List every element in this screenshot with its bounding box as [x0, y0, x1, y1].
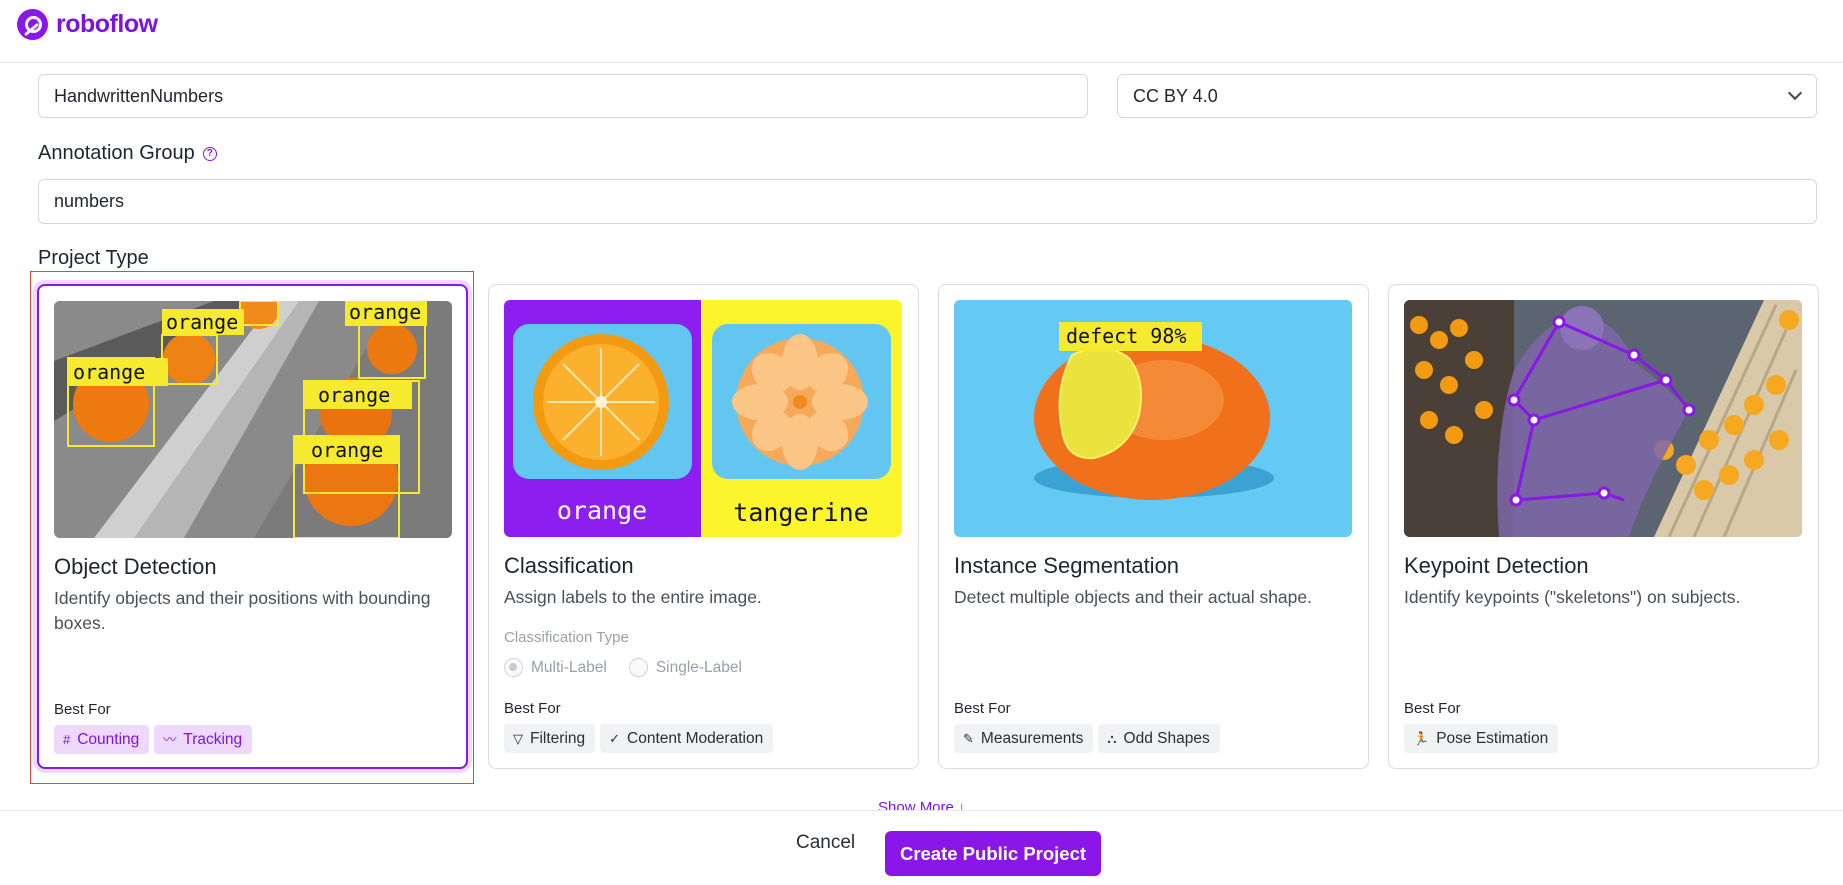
tag-label: Content Moderation: [627, 729, 764, 747]
object-detection-image: orange orange orange orange orange: [54, 301, 452, 538]
best-for-label: Best For: [504, 700, 561, 717]
hash-icon: #: [63, 732, 71, 747]
tag-label: Odd Shapes: [1123, 729, 1210, 747]
best-for-tags: ✎ Measurements ⛬ Odd Shapes: [954, 724, 1220, 753]
project-type-label-text: Project Type: [38, 247, 149, 269]
best-for-tags: 🏃 Pose Estimation: [1404, 724, 1559, 753]
tag-filtering: ▽ Filtering: [504, 724, 596, 753]
license-value: CC BY 4.0: [1133, 85, 1218, 106]
best-for-label: Best For: [54, 701, 111, 718]
classification-image: orange tangerine: [504, 300, 902, 537]
bbox-label: orange: [349, 301, 421, 324]
card-description: Assign labels to the entire image.: [504, 587, 762, 607]
best-for-tags: ▽ Filtering ✓ Content Moderation: [504, 724, 774, 753]
class-label: tangerine: [733, 498, 868, 527]
card-title: Object Detection: [54, 554, 217, 579]
keypoint-detection-image: [1404, 300, 1802, 537]
annotation-group-label: Annotation Group ?: [38, 142, 217, 165]
tag-label: Filtering: [530, 729, 586, 747]
classification-type-options: Multi-Label Single-Label: [504, 658, 742, 677]
top-bar: roboflow: [0, 0, 1843, 63]
create-public-project-button[interactable]: Create Public Project: [885, 831, 1101, 876]
radio-label: Single-Label: [655, 658, 742, 676]
instance-segmentation-image: defect 98%: [954, 300, 1352, 537]
cancel-button[interactable]: Cancel: [796, 832, 855, 854]
brand-name: roboflow: [56, 10, 158, 38]
card-title: Instance Segmentation: [954, 553, 1180, 578]
tracking-icon: 〰: [163, 732, 177, 747]
tag-measurements: ✎ Measurements: [954, 724, 1094, 753]
project-type-label: Project Type: [38, 247, 149, 270]
roboflow-logo[interactable]: roboflow: [17, 9, 158, 40]
radio-circle: [628, 658, 648, 677]
chevron-down-icon: [1787, 85, 1803, 101]
tag-label: Measurements: [980, 729, 1084, 747]
annotation-group-input[interactable]: numbers: [38, 179, 1817, 224]
best-for-label: Best For: [1404, 700, 1461, 717]
tag-counting: # Counting: [54, 725, 150, 754]
project-type-card-keypoint-detection[interactable]: Keypoint Detection Identify keypoints ("…: [1388, 284, 1819, 769]
ruler-icon: ✎: [963, 731, 974, 746]
radio-label: Multi-Label: [531, 658, 607, 676]
filter-icon: ▽: [513, 731, 523, 746]
annotation-group-label-text: Annotation Group: [38, 142, 195, 164]
project-name-input[interactable]: HandwrittenNumbers: [38, 74, 1088, 118]
card-title: Keypoint Detection: [1404, 553, 1589, 578]
tag-label: Tracking: [183, 730, 243, 748]
license-select[interactable]: CC BY 4.0: [1117, 74, 1817, 118]
best-for-label: Best For: [954, 700, 1011, 717]
help-icon[interactable]: ?: [202, 146, 217, 161]
bbox-label: orange: [73, 360, 145, 384]
bbox-label: orange: [166, 310, 238, 334]
card-description: Detect multiple objects and their actual…: [954, 587, 1312, 607]
multi-label-radio[interactable]: Multi-Label: [504, 658, 607, 677]
tag-tracking: 〰 Tracking: [154, 725, 253, 754]
project-type-card-instance-segmentation[interactable]: defect 98% Instance Segmentation Detect …: [938, 284, 1369, 769]
check-icon: ✓: [609, 731, 621, 746]
radio-circle: [504, 658, 523, 677]
card-description: Identify objects and their positions wit…: [54, 588, 431, 633]
tag-label: Counting: [77, 730, 140, 748]
person-running-icon: 🏃: [1413, 731, 1430, 746]
shapes-icon: ⛬: [1107, 731, 1117, 746]
annotation-group-value: numbers: [54, 191, 125, 211]
classification-type-label: Classification Type: [504, 629, 629, 646]
project-name-value: HandwrittenNumbers: [54, 85, 224, 106]
tag-label: Pose Estimation: [1436, 729, 1549, 747]
tag-pose-estimation: 🏃 Pose Estimation: [1404, 724, 1559, 753]
tag-odd-shapes: ⛬ Odd Shapes: [1098, 724, 1220, 753]
card-description: Identify keypoints ("skeletons") on subj…: [1404, 587, 1741, 607]
bbox-label: orange: [311, 438, 383, 462]
project-type-card-classification[interactable]: orange tangerine Classification Assign l…: [488, 284, 919, 769]
segmentation-label: defect 98%: [1066, 324, 1186, 348]
bbox-label: orange: [318, 383, 390, 407]
class-label: orange: [557, 496, 647, 525]
card-title: Classification: [504, 553, 634, 578]
single-label-radio[interactable]: Single-Label: [628, 658, 742, 677]
roboflow-logo-icon: [17, 9, 48, 40]
tag-content-moderation: ✓ Content Moderation: [600, 724, 774, 753]
best-for-tags: # Counting 〰 Tracking: [54, 725, 253, 754]
project-type-card-object-detection[interactable]: orange orange orange orange orange Objec…: [37, 284, 468, 769]
